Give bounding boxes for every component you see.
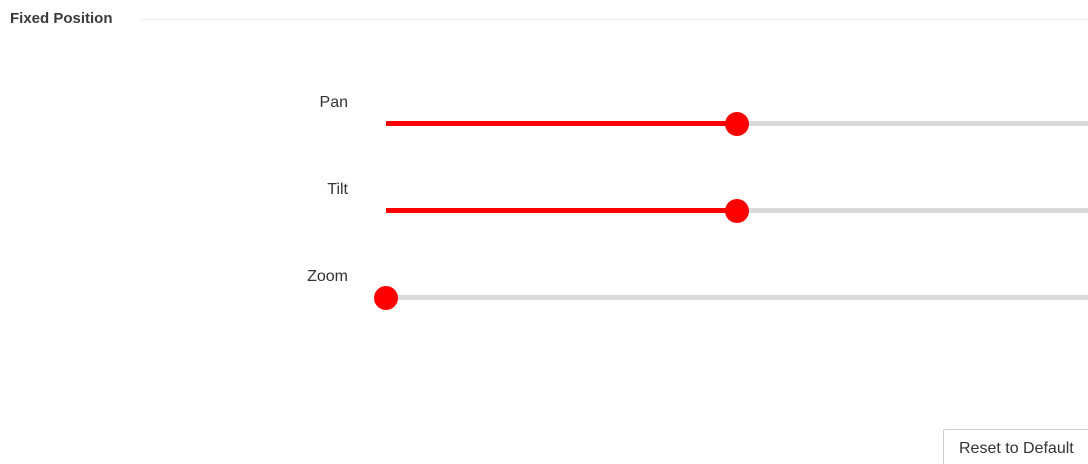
tilt-slider-fill	[386, 208, 737, 213]
zoom-slider-thumb[interactable]	[374, 285, 398, 310]
tilt-label: Tilt	[327, 181, 348, 198]
slider-row-zoom: Zoom	[0, 267, 1088, 327]
tilt-slider-track[interactable]	[386, 198, 1088, 223]
zoom-label: Zoom	[307, 268, 348, 285]
reset-to-default-button[interactable]: Reset to Default	[943, 429, 1088, 464]
slider-row-pan: Pan	[0, 93, 1088, 153]
section-header: Fixed Position	[10, 9, 1088, 29]
pan-slider-fill	[386, 121, 737, 126]
pan-slider-track[interactable]	[386, 111, 1088, 136]
pan-slider-thumb[interactable]	[725, 111, 749, 136]
tilt-slider-thumb[interactable]	[725, 198, 749, 223]
section-divider	[141, 19, 1088, 20]
fixed-position-panel: Fixed Position Pan Tilt Zoom Reset to De…	[0, 0, 1088, 464]
section-title: Fixed Position	[10, 10, 113, 27]
pan-label: Pan	[319, 94, 348, 111]
slider-row-tilt: Tilt	[0, 180, 1088, 240]
zoom-slider-track[interactable]	[374, 285, 1088, 310]
